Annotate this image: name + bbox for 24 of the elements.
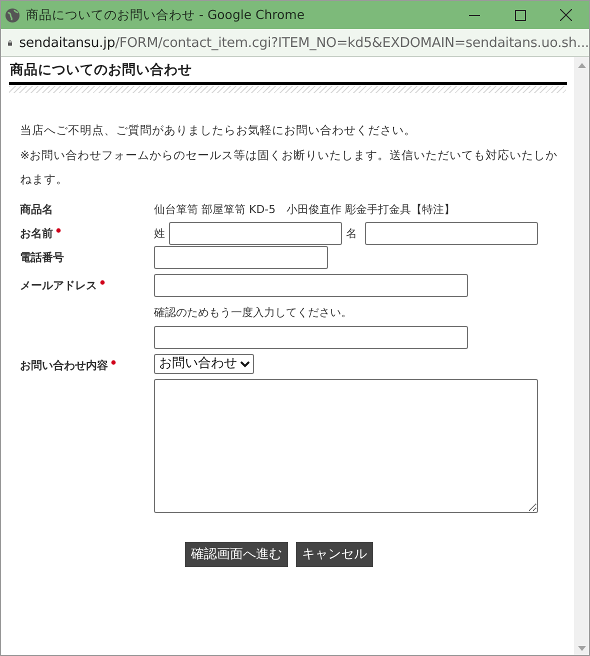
field-label: 商品名 [20,202,53,217]
message-field[interactable] [154,378,538,512]
inquiry-select[interactable]: お問い合わせ [154,354,254,374]
input-field[interactable] [154,274,468,296]
input-field[interactable] [169,222,342,245]
field-label: 電話番号 [20,250,64,265]
confirm-note: 確認のためもう一度入力してください。 [154,304,352,320]
field-label: メールアドレス [20,278,97,293]
field-prefix: 名 [346,226,357,241]
product-name: 仙台箪笥 部屋箪笥 KD-5 小田俊直作 彫金手打金具【特注】 [154,202,456,217]
field-label: お問い合わせ内容 [20,358,108,373]
input-field[interactable] [154,246,328,268]
input-field[interactable] [154,326,468,348]
field-prefix: 姓 [154,226,165,241]
close-icon [560,9,572,21]
input-field[interactable] [365,222,538,245]
cancel-button[interactable]: キャンセル [296,542,373,566]
intro-text: ※お問い合わせフォームからのセールス等は固くお断りいたします。送信いただいても対応いたしかねます。 [20,146,559,188]
field-label: お名前 [20,226,53,241]
confirm-button[interactable]: 確認画面へ進む [185,542,288,566]
window-title: 商品についてのお問い合わせ - Google Chrome [26,6,306,24]
intro-text: 当店へご不明点、ご質問がありましたらお気軽にお問い合わせください。 [20,122,417,139]
maximize-icon [514,10,526,20]
globe-icon [5,8,20,22]
